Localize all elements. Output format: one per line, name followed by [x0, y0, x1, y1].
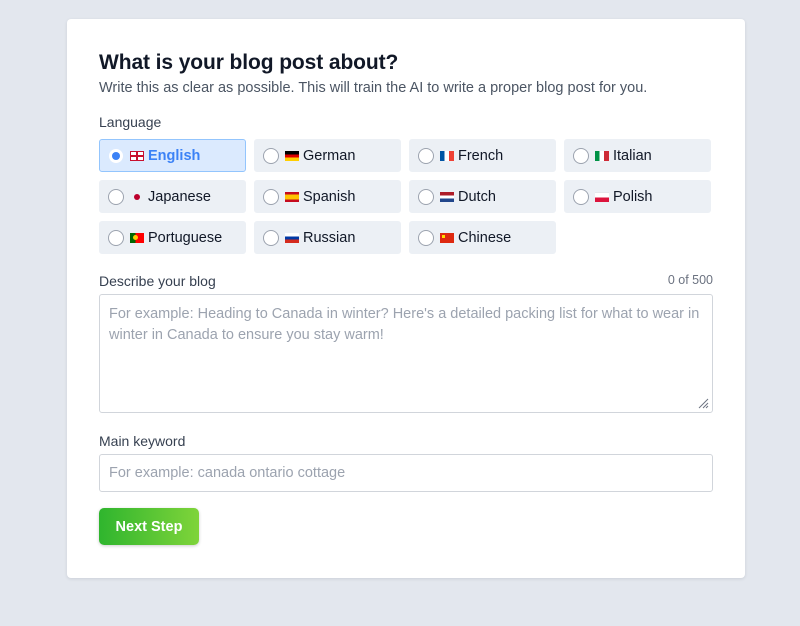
radio-button[interactable]	[108, 147, 124, 164]
gb-flag-icon	[130, 150, 144, 161]
it-flag-icon	[595, 150, 609, 161]
radio-button[interactable]	[418, 188, 434, 205]
language-option-label: Portuguese	[148, 229, 223, 246]
language-option-german[interactable]: German	[254, 139, 401, 172]
next-step-button[interactable]: Next Step	[99, 508, 199, 545]
language-option-dutch[interactable]: Dutch	[409, 180, 556, 213]
radio-button[interactable]	[108, 188, 124, 205]
language-option-japanese[interactable]: Japanese	[99, 180, 246, 213]
language-option-label: Polish	[613, 188, 653, 205]
language-label: Language	[99, 114, 162, 130]
radio-button[interactable]	[418, 229, 434, 246]
blog-description-textarea[interactable]	[99, 294, 713, 413]
language-option-french[interactable]: French	[409, 139, 556, 172]
radio-button[interactable]	[108, 229, 124, 246]
description-label: Describe your blog	[99, 273, 216, 289]
language-option-label: English	[148, 147, 201, 164]
cn-flag-icon	[440, 232, 454, 243]
ru-flag-icon	[285, 232, 299, 243]
radio-button[interactable]	[418, 147, 434, 164]
jp-flag-icon	[130, 192, 144, 202]
language-option-label: Italian	[613, 147, 652, 164]
language-option-english[interactable]: English	[99, 139, 246, 172]
radio-button[interactable]	[263, 147, 279, 164]
es-flag-icon	[285, 191, 299, 202]
pt-flag-icon	[130, 232, 144, 243]
language-option-label: German	[303, 147, 356, 164]
language-option-portuguese[interactable]: Portuguese	[99, 221, 246, 254]
radio-button[interactable]	[263, 188, 279, 205]
language-option-label: Japanese	[148, 188, 211, 205]
language-option-russian[interactable]: Russian	[254, 221, 401, 254]
blog-form-card: What is your blog post about? Write this…	[67, 19, 745, 578]
radio-button[interactable]	[573, 188, 589, 205]
character-counter: 0 of 500	[667, 273, 713, 287]
page-subtitle: Write this as clear as possible. This wi…	[99, 80, 648, 96]
radio-button[interactable]	[263, 229, 279, 246]
language-option-label: French	[458, 147, 504, 164]
resize-handle-icon[interactable]	[697, 397, 709, 409]
nl-flag-icon	[440, 191, 454, 202]
de-flag-icon	[285, 150, 299, 161]
main-keyword-input[interactable]	[99, 454, 713, 492]
page-title: What is your blog post about?	[99, 51, 399, 74]
language-option-label: Chinese	[458, 229, 512, 246]
language-option-label: Russian	[303, 229, 356, 246]
keyword-label: Main keyword	[99, 433, 186, 449]
language-option-italian[interactable]: Italian	[564, 139, 711, 172]
language-option-spanish[interactable]: Spanish	[254, 180, 401, 213]
pl-flag-icon	[595, 191, 609, 202]
radio-button[interactable]	[573, 147, 589, 164]
language-option-label: Dutch	[458, 188, 496, 205]
language-option-chinese[interactable]: Chinese	[409, 221, 556, 254]
language-option-label: Spanish	[303, 188, 356, 205]
fr-flag-icon	[440, 150, 454, 161]
language-options: English German French Italian Japanese S…	[99, 139, 713, 254]
language-option-polish[interactable]: Polish	[564, 180, 711, 213]
